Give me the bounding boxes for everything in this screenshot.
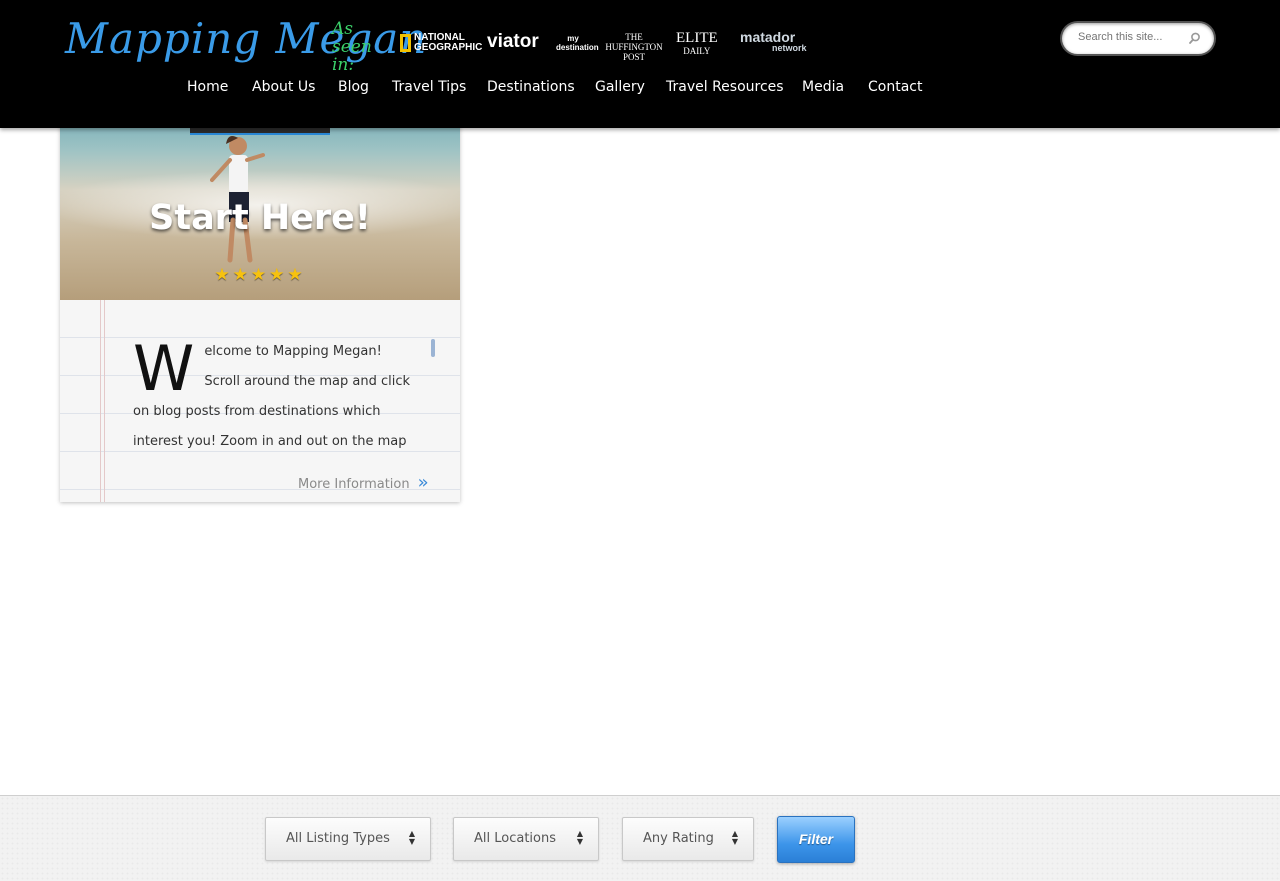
elite-daily-logo: ELITE DAILY [676,30,718,57]
nav-contact[interactable]: Contact [868,79,922,95]
listing-description: Welcome to Mapping Megan! Scroll around … [133,337,413,467]
person-figure [210,136,265,263]
ng-frame-icon [400,34,411,52]
more-information-link[interactable]: More Information » [298,472,429,493]
filter-bar: All Listing Types ▲ ▼ All Locations ▲ ▼ An… [0,795,1280,881]
select-arrows-icon: ▲ ▼ [408,829,416,846]
elite-sub-text: DAILY [683,46,711,56]
my-destination-logo: my destination [556,34,599,52]
nav-destinations[interactable]: Destinations [487,79,575,95]
nav-travel-resources[interactable]: Travel Resources [666,79,784,95]
nav-travel-tips[interactable]: Travel Tips [392,79,466,95]
listing-title[interactable]: Start Here! [60,198,460,238]
search-input[interactable] [1076,30,1190,44]
nav-home[interactable]: Home [187,79,228,95]
listing-type-select[interactable]: All Listing Types ▲ ▼ [265,817,431,861]
location-select[interactable]: All Locations ▲ ▼ [453,817,599,861]
location-value: All Locations [474,831,557,846]
more-information-label: More Information [298,477,410,492]
search-icon[interactable] [1187,31,1202,46]
margin-line [104,300,105,502]
nav-media[interactable]: Media [802,79,844,95]
description-scrollbar[interactable] [431,339,435,357]
rating-select[interactable]: Any Rating ▲ ▼ [622,817,754,861]
margin-line [100,300,101,502]
rating-value: Any Rating [643,831,714,846]
nav-about-us[interactable]: About Us [252,79,315,95]
site-header: Mapping Megan As seen in: NATIONAL GEOGR… [0,0,1280,128]
rating-stars-icon: ★★★★★ [214,265,306,285]
site-search [1062,23,1214,54]
huffington-post-logo: THE HUFFINGTON POST [605,32,663,62]
listing-photo[interactable]: Start Here! ★★★★★ [60,100,460,300]
nav-blog[interactable]: Blog [338,79,369,95]
filter-button[interactable]: Filter [777,816,855,863]
matador-network-logo: matador network [740,30,807,54]
select-arrows-icon: ▲ ▼ [576,829,584,846]
listing-type-value: All Listing Types [286,831,390,846]
viator-logo: viator [487,31,539,52]
national-geographic-logo: NATIONAL GEOGRAPHIC [400,33,482,53]
double-chevron-right-icon: » [417,472,429,493]
listing-card: Start Here! ★★★★★ Welcome to Mapping Meg… [60,100,460,502]
as-seen-in-label: As seen in: [332,19,372,75]
elite-text: ELITE [676,30,718,46]
dropcap: W [133,337,195,405]
nav-gallery[interactable]: Gallery [595,79,645,95]
select-arrows-icon: ▲ ▼ [731,829,739,846]
